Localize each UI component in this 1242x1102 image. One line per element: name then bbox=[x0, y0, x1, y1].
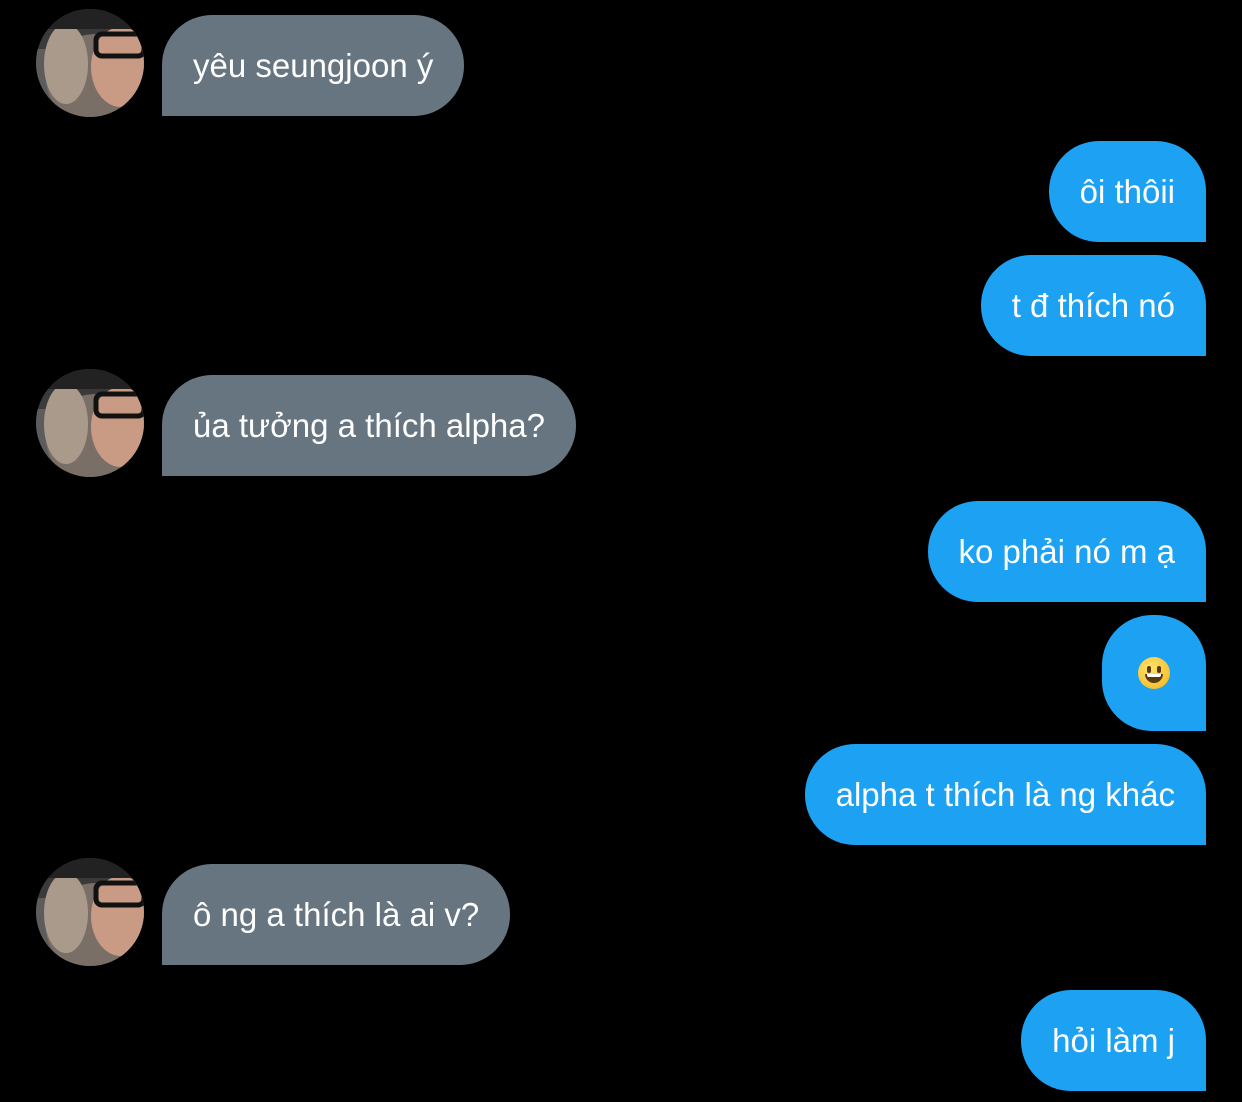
message-bubble-incoming[interactable]: ô ng a thích là ai v? bbox=[162, 864, 511, 965]
avatar-photo-icon bbox=[36, 858, 144, 966]
message-text: ủa tưởng a thích alpha? bbox=[193, 406, 545, 444]
message-text: ôi thôii bbox=[1079, 172, 1175, 210]
message-bubble-outgoing[interactable]: t đ thích nó bbox=[980, 255, 1206, 356]
message-bubble-incoming[interactable]: ủa tưởng a thích alpha? bbox=[162, 375, 576, 476]
message-text: hỏi làm j bbox=[1052, 1021, 1175, 1059]
contact-avatar[interactable] bbox=[36, 369, 144, 477]
message-bubble-outgoing[interactable]: ôi thôii bbox=[1048, 141, 1206, 242]
message-text: yêu seungjoon ý bbox=[193, 46, 434, 84]
message-text: alpha t thích là ng khác bbox=[835, 775, 1175, 813]
message-bubble-outgoing[interactable] bbox=[1102, 615, 1206, 731]
message-bubble-incoming[interactable]: yêu seungjoon ý bbox=[162, 15, 465, 116]
message-bubble-outgoing[interactable]: hỏi làm j bbox=[1021, 990, 1206, 1091]
grinning-face-icon bbox=[1138, 657, 1170, 689]
contact-avatar[interactable] bbox=[36, 858, 144, 966]
avatar-photo-icon bbox=[36, 369, 144, 477]
message-text: t đ thích nó bbox=[1011, 286, 1175, 324]
message-bubble-outgoing[interactable]: ko phải nó m ạ bbox=[927, 501, 1206, 602]
message-bubble-outgoing[interactable]: alpha t thích là ng khác bbox=[804, 744, 1206, 845]
contact-avatar[interactable] bbox=[36, 9, 144, 117]
avatar-photo-icon bbox=[36, 9, 144, 117]
message-text: ko phải nó m ạ bbox=[958, 532, 1175, 570]
message-text: ô ng a thích là ai v? bbox=[193, 895, 480, 933]
